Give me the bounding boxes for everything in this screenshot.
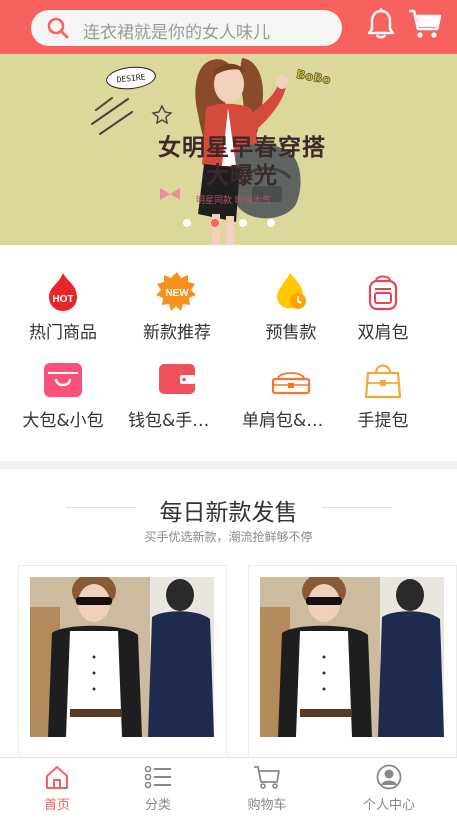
list-icon <box>144 765 171 789</box>
category-label: 手提包 <box>357 411 409 431</box>
wallet-icon <box>159 364 195 394</box>
section-subtitle: 买手优选新款，潮流抢鲜够不停 <box>144 530 313 544</box>
banner-dot-3[interactable] <box>239 219 247 227</box>
app-header: 连衣裙就是你的女人味儿 <box>0 0 457 54</box>
tab-label: 购物车 <box>247 798 287 813</box>
product-photo-shirt <box>260 577 444 737</box>
product-photo-shirt <box>30 577 214 737</box>
banner-title: 女明星早春穿搭 大曝光 <box>137 134 347 190</box>
user-icon <box>376 764 402 790</box>
tab-label: 个人中心 <box>362 798 415 813</box>
category-label: 新款推荐 <box>143 323 211 343</box>
cart-icon <box>254 766 280 789</box>
svg-text:HOT: HOT <box>52 294 73 305</box>
handbag-icon <box>364 364 402 399</box>
section-title: 每日新款发售 <box>159 500 298 526</box>
tote-bag-icon <box>44 363 82 397</box>
svg-text:NEW: NEW <box>165 288 189 299</box>
shoulder-bag-icon <box>271 372 311 395</box>
banner-dot-2[interactable] <box>211 219 219 227</box>
banner-dot-1[interactable] <box>183 219 191 227</box>
tab-home[interactable]: 首页 <box>0 758 114 819</box>
category-wallet[interactable]: 钱包&手拿包 <box>120 359 234 447</box>
category-label: 钱包&手拿包 <box>128 411 227 431</box>
product-card[interactable] <box>248 565 457 765</box>
daily-new-section: 每日新款发售 买手优选新款，潮流抢鲜够不停 <box>0 469 457 765</box>
category-handbag[interactable]: 手提包 <box>326 359 440 447</box>
tab-label: 首页 <box>43 798 70 813</box>
bottom-tab-bar: 首页 分类 购物车 个人中心 <box>0 757 457 819</box>
product-card[interactable] <box>18 565 227 765</box>
category-backpack[interactable]: 双肩包 <box>326 271 440 359</box>
new-icon: NEW <box>156 272 196 311</box>
hot-icon: HOT <box>49 273 77 311</box>
search-icon <box>47 17 69 39</box>
tab-cart[interactable]: 购物车 <box>210 758 324 819</box>
bell-icon[interactable] <box>366 8 396 40</box>
category-new[interactable]: NEW 新款推荐 <box>120 271 234 359</box>
search-placeholder: 连衣裙就是你的女人味儿 <box>83 23 270 43</box>
banner-title-line1: 女明星早春穿搭 <box>158 134 326 161</box>
backpack-icon <box>368 275 398 311</box>
tab-label: 分类 <box>144 798 171 813</box>
category-label: 大包&小包 <box>22 411 104 431</box>
cart-icon[interactable] <box>408 8 442 40</box>
category-label: 双肩包 <box>357 323 409 343</box>
search-bar[interactable]: 连衣裙就是你的女人味儿 <box>31 10 342 46</box>
title-divider-right <box>322 507 392 508</box>
tab-profile[interactable]: 个人中心 <box>332 758 446 819</box>
category-grid: HOT 热门商品 NEW 新款推荐 预售款 双肩包 大包&小包 钱包&手拿包 单… <box>0 245 457 461</box>
product-photo <box>260 577 444 737</box>
category-label: 热门商品 <box>29 323 97 343</box>
banner-dot-4[interactable] <box>267 219 275 227</box>
promo-banner[interactable]: DESIRE BoBo 女明星早春穿搭 大曝光 明星同款 时尚大气 <box>0 54 457 245</box>
banner-subtitle: 明星同款 时尚大气 <box>196 196 271 206</box>
banner-title-line2: 大曝光 <box>206 162 278 189</box>
product-photo <box>30 577 214 737</box>
presale-icon <box>277 273 306 309</box>
category-hot[interactable]: HOT 热门商品 <box>6 271 120 359</box>
tab-category[interactable]: 分类 <box>101 758 215 819</box>
category-tote[interactable]: 大包&小包 <box>6 359 120 447</box>
home-icon <box>46 766 68 789</box>
